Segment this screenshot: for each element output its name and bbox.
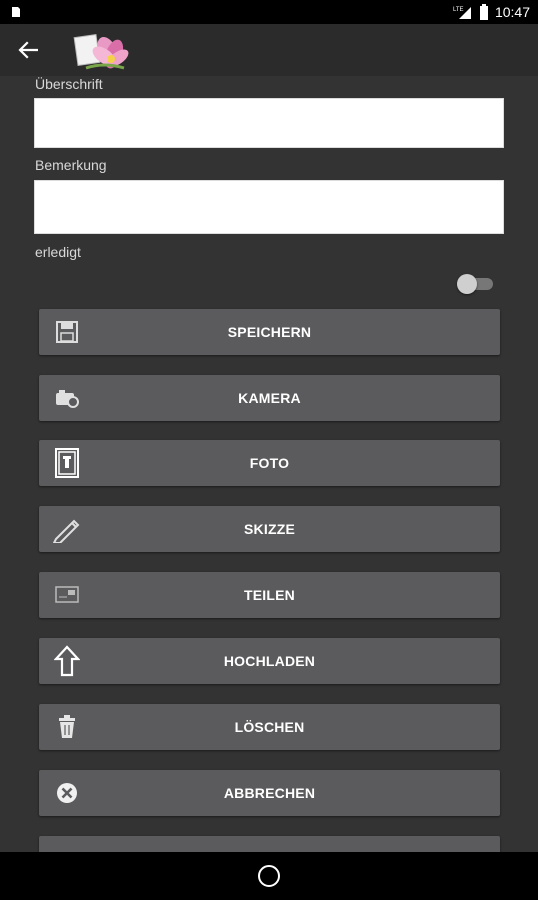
photo-button[interactable]: FOTO (39, 440, 500, 486)
delete-button-label: LÖSCHEN (234, 719, 305, 735)
remark-label: Bemerkung (35, 157, 107, 173)
app-bar (0, 24, 538, 76)
more-button-label (39, 836, 500, 852)
camera-button[interactable]: KAMERA (39, 375, 500, 421)
save-button[interactable]: SPEICHERN (39, 309, 500, 355)
save-button-label: SPEICHERN (227, 324, 312, 340)
remark-input[interactable] (34, 180, 504, 234)
share-button[interactable]: TEILEN (39, 572, 500, 618)
home-button[interactable] (258, 865, 280, 887)
heading-input[interactable] (34, 98, 504, 148)
sketch-button[interactable]: SKIZZE (39, 506, 500, 552)
back-button[interactable] (0, 24, 56, 76)
heading-label: Überschrift (35, 76, 103, 92)
upload-button-label: HOCHLADEN (223, 653, 316, 669)
network-label: LTE (453, 7, 464, 13)
delete-button[interactable]: LÖSCHEN (39, 704, 500, 750)
back-arrow-icon (18, 41, 38, 59)
more-button[interactable] (39, 836, 500, 852)
camera-button-label: KAMERA (238, 390, 301, 406)
done-toggle[interactable] (457, 274, 493, 294)
photo-button-label: FOTO (249, 455, 290, 471)
signal-icon: LTE (453, 7, 471, 19)
toggle-thumb (457, 274, 477, 294)
cancel-button[interactable]: ABBRECHEN (39, 770, 500, 816)
done-label: erledigt (35, 244, 81, 260)
edit-form: Überschrift Bemerkung erledigt SPEICHERN… (0, 76, 538, 852)
battery-icon (479, 4, 488, 20)
share-button-label: TEILEN (244, 587, 295, 603)
status-time: 10:47 (494, 4, 530, 20)
navigation-bar (0, 852, 538, 900)
cancel-button-label: ABBRECHEN (223, 785, 316, 801)
sketch-button-label: SKIZZE (244, 521, 295, 537)
notification-icon (12, 7, 20, 17)
status-bar: LTE 10:47 (0, 0, 538, 24)
lotus-logo-icon (73, 34, 129, 70)
upload-button[interactable]: HOCHLADEN (39, 638, 500, 684)
